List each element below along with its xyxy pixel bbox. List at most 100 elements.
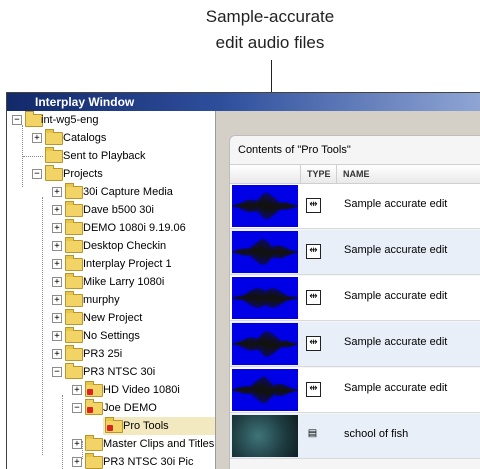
tree-item-desktop-checkin[interactable]: + Desktop Checkin: [7, 237, 215, 255]
expand-icon[interactable]: +: [52, 331, 62, 341]
waveform-thumbnail: [231, 185, 299, 227]
tree-item-label: New Project: [83, 312, 143, 324]
waveform-thumbnail: [231, 323, 299, 365]
table-row[interactable]: ⇹ Sample accurate edit: [230, 322, 480, 367]
tree-item-catalogs[interactable]: + Catalogs: [7, 129, 215, 147]
row-name: Sample accurate edit: [344, 336, 448, 348]
tree-item-30i-capture-media[interactable]: + 30i Capture Media: [7, 183, 215, 201]
expand-icon[interactable]: +: [52, 313, 62, 323]
expand-icon[interactable]: +: [72, 457, 82, 467]
interplay-window: Interplay Window − int-wg5-eng + Catalog…: [6, 92, 480, 469]
folder-open-icon: [45, 165, 63, 181]
tree-item-master-clips[interactable]: + Master Clips and Titles: [7, 435, 215, 453]
folder-icon: [85, 453, 103, 469]
tree-item-label: Dave b500 30i: [83, 204, 154, 216]
expand-icon[interactable]: +: [32, 133, 42, 143]
collapse-icon[interactable]: −: [52, 367, 62, 377]
tree-item-murphy[interactable]: + murphy: [7, 291, 215, 309]
expand-icon[interactable]: +: [52, 241, 62, 251]
tree-item-label: Catalogs: [63, 132, 107, 144]
tree-item-interplay-project-1[interactable]: + Interplay Project 1: [7, 255, 215, 273]
table-row[interactable]: ⇹ Sample accurate edit: [230, 368, 480, 413]
collapse-icon[interactable]: −: [32, 169, 42, 179]
expand-icon[interactable]: +: [72, 439, 82, 449]
tree-item-pr3-ntsc-30i-pic[interactable]: + PR3 NTSC 30i Pic: [7, 453, 215, 469]
expand-icon[interactable]: +: [52, 259, 62, 269]
tree-item-demo-1080i[interactable]: + DEMO 1080i 9.19.06: [7, 219, 215, 237]
folder-icon: [65, 345, 83, 361]
tree-item-label: murphy: [83, 294, 120, 306]
tree-item-label: PR3 NTSC 30i: [83, 366, 156, 378]
tree-item-no-settings[interactable]: + No Settings: [7, 327, 215, 345]
tree-item-pro-tools[interactable]: Pro Tools: [103, 417, 215, 435]
waveform-thumbnail: [231, 277, 299, 319]
column-header-name[interactable]: NAME: [336, 165, 480, 183]
callout-text: Sample-accurate edit audio files: [160, 4, 380, 56]
tree-item-sent-to-playback[interactable]: Sent to Playback: [7, 147, 215, 165]
callout-line-2: edit audio files: [215, 33, 325, 52]
folder-icon: [65, 237, 83, 253]
folder-icon: [65, 327, 83, 343]
table-row[interactable]: ▤ school of fish: [230, 414, 480, 459]
folder-tree[interactable]: − int-wg5-eng + Catalogs Sent to Playbac…: [7, 111, 216, 469]
waveform-thumbnail: [231, 231, 299, 273]
expand-icon[interactable]: +: [52, 349, 62, 359]
checked-out-icon: [87, 407, 93, 413]
tree-item-hd-video-1080i[interactable]: + HD Video 1080i: [7, 381, 215, 399]
tree-item-label: Pro Tools: [123, 420, 169, 432]
expand-icon[interactable]: +: [52, 277, 62, 287]
audio-icon: ⇹: [306, 290, 321, 305]
tree-item-pr3-25i[interactable]: + PR3 25i: [7, 345, 215, 363]
tree-item-mike-larry[interactable]: + Mike Larry 1080i: [7, 273, 215, 291]
folder-icon: [45, 147, 63, 163]
folder-icon: [65, 183, 83, 199]
tree-item-label: Joe DEMO: [103, 402, 157, 414]
tree-item-pr3-ntsc-30i[interactable]: − PR3 NTSC 30i: [7, 363, 215, 381]
collapse-icon[interactable]: −: [12, 115, 22, 125]
tree-item-label: Sent to Playback: [63, 150, 146, 162]
contents-header: TYPE NAME: [230, 164, 480, 184]
tree-item-label: Mike Larry 1080i: [83, 276, 165, 288]
tree-item-new-project[interactable]: + New Project: [7, 309, 215, 327]
folder-icon: [65, 291, 83, 307]
folder-icon: [65, 255, 83, 271]
folder-icon: [65, 309, 83, 325]
tree-item-projects[interactable]: − Projects: [7, 165, 215, 183]
tree-item-label: int-wg5-eng: [41, 114, 99, 126]
checked-out-icon: [107, 425, 113, 431]
tree-item-root[interactable]: − int-wg5-eng: [7, 111, 215, 129]
folder-icon: [65, 201, 83, 217]
table-row[interactable]: ⇹ Sample accurate edit: [230, 276, 480, 321]
tree-item-label: Projects: [63, 168, 103, 180]
pane-splitter[interactable]: [216, 111, 230, 469]
folder-icon: [85, 435, 103, 451]
folder-icon: [45, 129, 63, 145]
waveform-thumbnail: [231, 369, 299, 411]
contents-title: Contents of "Pro Tools": [238, 144, 351, 156]
row-name: Sample accurate edit: [344, 198, 448, 210]
tree-item-label: DEMO 1080i 9.19.06: [83, 222, 186, 234]
checked-out-icon: [87, 389, 93, 395]
expand-icon[interactable]: +: [52, 205, 62, 215]
tree-item-joe-demo[interactable]: − Joe DEMO: [7, 399, 215, 417]
row-name: school of fish: [344, 428, 409, 440]
video-thumbnail: [232, 415, 298, 457]
row-name: Sample accurate edit: [344, 382, 448, 394]
table-row[interactable]: ⇹ Sample accurate edit: [230, 184, 480, 229]
tree-item-dave-b500[interactable]: + Dave b500 30i: [7, 201, 215, 219]
tree-item-label: Desktop Checkin: [83, 240, 167, 252]
video-icon: ▤: [307, 428, 318, 439]
column-header-type[interactable]: TYPE: [300, 165, 335, 183]
expand-icon[interactable]: +: [52, 295, 62, 305]
tree-item-label: Master Clips and Titles: [103, 438, 215, 450]
expand-icon[interactable]: +: [72, 385, 82, 395]
tree-item-label: PR3 25i: [83, 348, 123, 360]
expand-icon[interactable]: +: [52, 223, 62, 233]
collapse-icon[interactable]: −: [72, 403, 82, 413]
table-row[interactable]: ⇹ Sample accurate edit: [230, 230, 480, 275]
folder-open-icon: [65, 363, 83, 379]
folder-icon: [65, 219, 83, 235]
tree-item-label: PR3 NTSC 30i Pic: [103, 456, 194, 468]
folder-icon: [65, 273, 83, 289]
expand-icon[interactable]: +: [52, 187, 62, 197]
